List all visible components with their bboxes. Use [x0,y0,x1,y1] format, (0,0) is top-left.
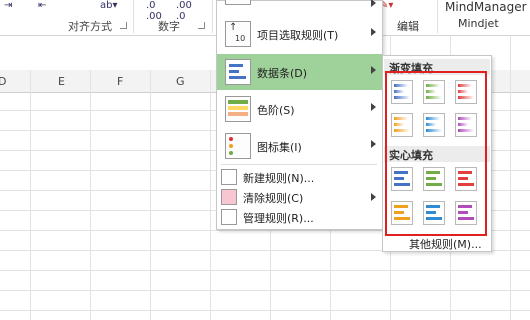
number-launcher-icon[interactable] [198,22,205,29]
increase-indent-icon[interactable]: ⇥ [4,0,12,11]
data-bars-label: 数据条(D) [257,67,308,80]
submenu-arrow-icon [371,28,376,36]
ribbon-separator [133,0,134,33]
grid-line [210,70,211,320]
new-rule-item[interactable]: 新建规则(N)... [217,167,382,187]
menu-separator [221,164,377,165]
conditional-formatting-menu: ↑ 10 项目选取规则(T) 数据条(D) 色阶(S) 图标集(I) 新建规则(… [216,0,383,230]
manage-rules-item[interactable]: 管理规则(R)... [217,207,382,227]
grid-line [150,70,151,320]
more-rules-link[interactable]: 其他规则(M)... [409,236,482,252]
new-rule-icon [221,169,237,185]
grid-line [90,70,91,320]
mindmanager-button[interactable]: MindManager [445,0,527,14]
color-scales-icon [225,96,251,122]
color-scales-item[interactable]: 色阶(S) [217,91,382,127]
color-scales-label: 色阶(S) [257,104,295,117]
decrease-indent-icon[interactable]: ⇤ [38,0,46,11]
highlight-box [385,71,487,236]
ribbon-separator [437,0,438,33]
top-bottom-rules-item[interactable]: ↑ 10 项目选取规则(T) [217,16,382,52]
data-bars-icon [225,59,251,85]
top-bottom-rules-icon: ↑ 10 [225,21,251,47]
grid-line [0,290,530,291]
grid-line [510,35,511,320]
submenu-arrow-icon [371,103,376,111]
data-bars-item[interactable]: 数据条(D) [217,54,382,90]
clear-rules-label: 清除规则(C) [243,192,304,205]
icon-sets-icon [225,133,251,159]
column-header-e[interactable]: E [58,75,65,88]
column-header-g[interactable]: G [176,75,185,88]
mindjet-group-label: Mindjet [458,17,499,30]
grid-line [30,70,31,320]
align-launcher-icon[interactable] [120,22,127,29]
submenu-arrow-icon [371,193,376,201]
submenu-arrow-icon [371,140,376,148]
clear-rules-icon [221,189,237,205]
column-header-f[interactable]: F [117,75,123,88]
highlight-rules-icon [225,0,251,5]
clear-rules-item[interactable]: 清除规则(C) [217,187,382,207]
ribbon-separator [212,0,213,33]
new-rule-label: 新建规则(N)... [243,172,315,185]
icon-sets-item[interactable]: 图标集(I) [217,128,382,164]
icon-sets-label: 图标集(I) [257,141,302,154]
submenu-arrow-icon [371,0,376,7]
top-bottom-rules-label: 项目选取规则(T) [257,29,339,42]
manage-rules-label: 管理规则(R)... [243,212,314,225]
grid-line [0,270,530,271]
manage-rules-icon [221,209,237,225]
orientation-icon[interactable]: ab▾ [100,0,118,11]
submenu-arrow-icon [371,66,376,74]
number-group-label: 数字 [158,20,180,33]
edit-group-label: 编辑 [397,20,419,33]
column-header-d[interactable]: D [0,75,6,88]
grid-line [0,310,530,311]
align-group-label: 对齐方式 [68,20,112,33]
